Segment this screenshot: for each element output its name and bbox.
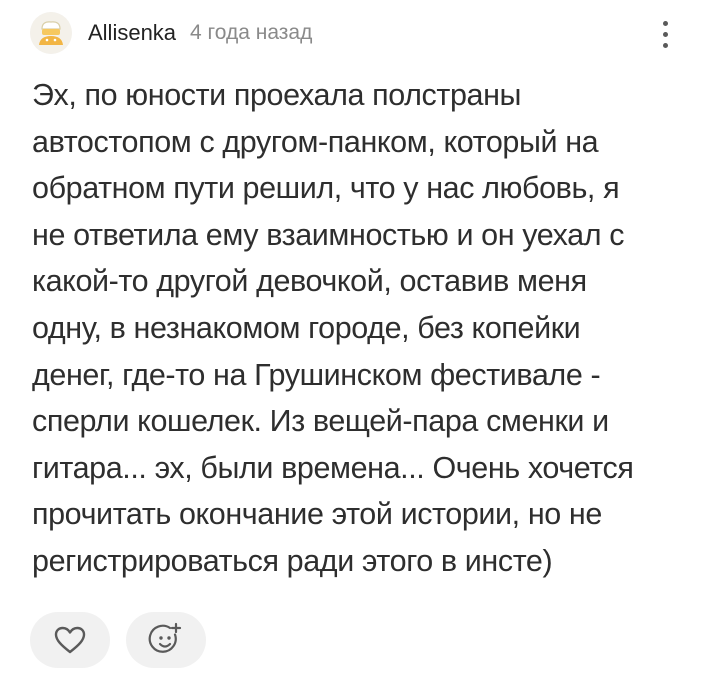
comment-text-line: прочитать окончание этой истории, но не — [32, 497, 602, 532]
comment-actions — [30, 612, 206, 668]
more-dot-icon — [662, 31, 668, 37]
comment-text: Эх, по юности проехала полстраны автосто… — [32, 72, 704, 585]
comment-text-line: обратном пути решил, что у нас любовь, я — [32, 171, 620, 206]
comment-text-line: какой-то другой девочкой, оставив меня — [32, 264, 587, 299]
comment-text-line: сперли кошелек. Из вещей-пара сменки и — [32, 404, 609, 439]
comment-text-line: не ответила ему взаимностью и он уехал с — [32, 217, 625, 252]
author-name[interactable]: Allisenka — [88, 20, 176, 46]
add-reaction-button[interactable] — [126, 612, 206, 668]
like-button[interactable] — [30, 612, 110, 668]
comment-text-line: гитара... эх, были времена... Очень хоче… — [32, 450, 634, 485]
comment-text-line: регистрироваться ради этого в инсте) — [32, 543, 553, 578]
comment-text-line: Эх, по юности проехала полстраны — [32, 78, 522, 112]
more-dot-icon — [662, 42, 668, 48]
comment-header: Allisenka 4 года назад — [30, 12, 312, 54]
heart-icon — [54, 626, 86, 654]
comment-text-line: автостопом с другом-панком, который на — [32, 124, 599, 159]
more-dot-icon — [662, 20, 668, 26]
comment-text-line: денег, где-то на Грушинском фестивале - — [32, 357, 601, 392]
comment-card: Allisenka 4 года назад Эх, по юности про… — [0, 0, 720, 683]
comment-text-line: одну, в незнакомом городе, без копейки — [32, 310, 581, 345]
add-emoji-icon — [148, 622, 182, 653]
chef-avatar-icon — [30, 12, 72, 54]
avatar[interactable] — [30, 12, 72, 54]
comment-timestamp: 4 года назад — [190, 21, 313, 44]
more-options-button[interactable] — [650, 14, 680, 54]
